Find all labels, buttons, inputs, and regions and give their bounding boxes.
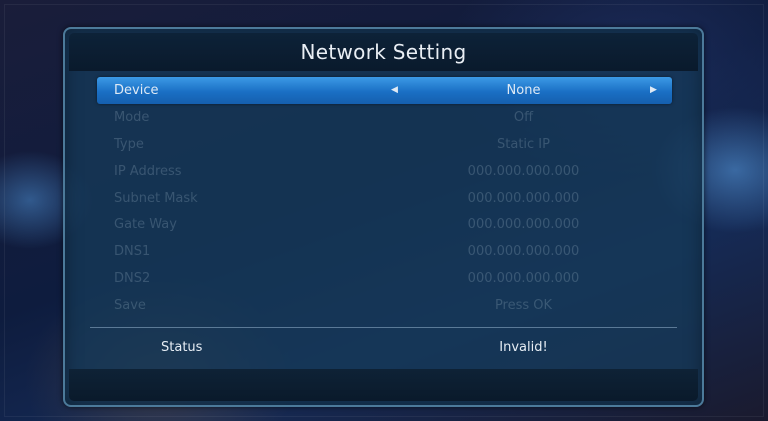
menu-row-save[interactable]: Save Press OK xyxy=(97,292,672,319)
menu-row-value: Static IP xyxy=(497,136,550,152)
menu-row-ip-address[interactable]: IP Address 000.000.000.000 xyxy=(97,158,672,185)
settings-menu: Device ◀ None ▶ Mode Off Type Static IP … xyxy=(97,77,672,319)
menu-row-label: IP Address xyxy=(114,163,182,179)
dialog-title: Network Setting xyxy=(300,40,467,64)
menu-row-label: Gate Way xyxy=(114,217,177,233)
menu-row-gateway[interactable]: Gate Way 000.000.000.000 xyxy=(97,211,672,238)
menu-row-label: Subnet Mask xyxy=(114,190,198,206)
menu-row-value: 000.000.000.000 xyxy=(467,244,580,260)
menu-row-mode[interactable]: Mode Off xyxy=(97,104,672,131)
menu-row-label: DNS1 xyxy=(114,244,151,260)
menu-row-value: Press OK xyxy=(494,298,553,314)
menu-row-dns1[interactable]: DNS1 000.000.000.000 xyxy=(97,238,672,265)
arrow-right-icon[interactable]: ▶ xyxy=(650,85,657,95)
divider xyxy=(90,327,677,328)
menu-row-label: Device xyxy=(114,82,159,98)
footer-bar xyxy=(69,369,698,401)
menu-row-type[interactable]: Type Static IP xyxy=(97,131,672,158)
title-bar: Network Setting xyxy=(69,33,698,71)
status-value: Invalid! xyxy=(499,340,548,355)
status-row: Status Invalid! xyxy=(97,337,672,359)
menu-row-label: Type xyxy=(114,136,144,152)
network-setting-dialog: Network Setting Device ◀ None ▶ Mode Off… xyxy=(63,27,704,407)
menu-row-value: 000.000.000.000 xyxy=(467,217,580,233)
menu-row-label: Save xyxy=(114,298,146,314)
menu-row-dns2[interactable]: DNS2 000.000.000.000 xyxy=(97,265,672,292)
menu-row-subnet-mask[interactable]: Subnet Mask 000.000.000.000 xyxy=(97,185,672,212)
menu-row-value: 000.000.000.000 xyxy=(467,271,580,287)
menu-row-label: Mode xyxy=(114,109,150,125)
menu-row-value: 000.000.000.000 xyxy=(467,163,580,179)
menu-row-device[interactable]: Device ◀ None ▶ xyxy=(97,77,672,104)
status-label: Status xyxy=(161,340,203,355)
menu-row-value: Off xyxy=(513,109,534,125)
menu-row-value: None xyxy=(506,82,541,98)
menu-row-value: 000.000.000.000 xyxy=(467,190,580,206)
menu-row-label: DNS2 xyxy=(114,271,151,287)
